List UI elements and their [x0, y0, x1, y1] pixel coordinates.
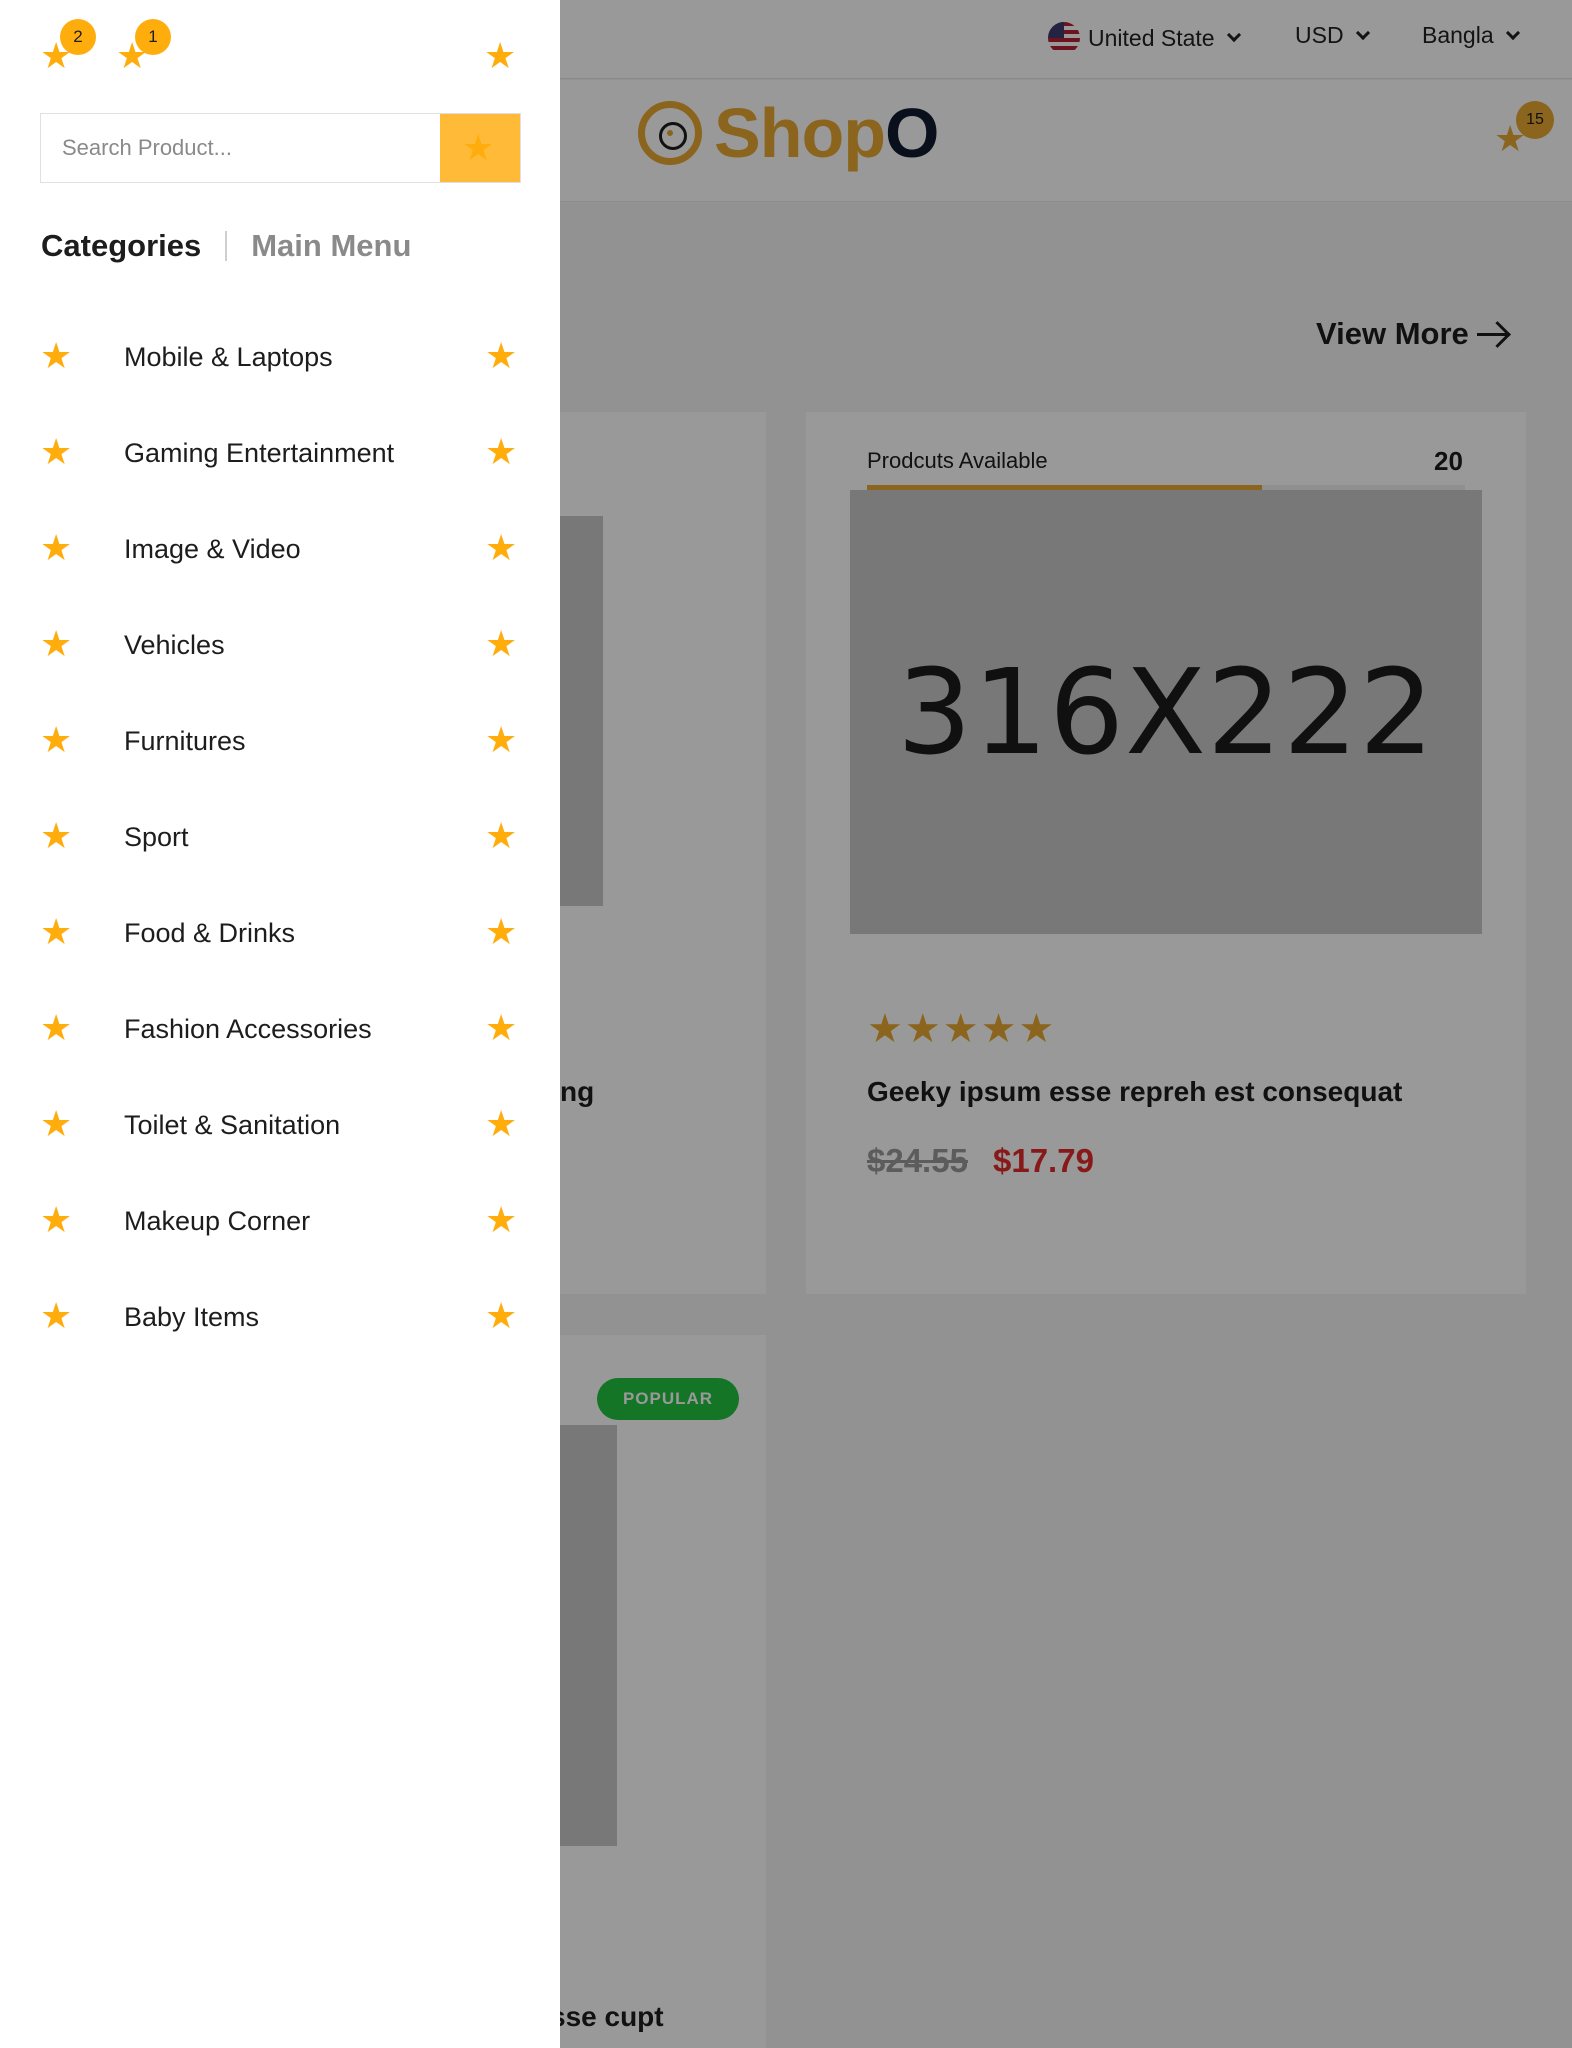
category-arrow-star-icon: ★ — [485, 1295, 518, 1336]
category-arrow-star-icon: ★ — [485, 911, 518, 952]
category-arrow-star-icon: ★ — [485, 527, 518, 568]
category-star-icon: ★ — [40, 1295, 73, 1336]
category-item[interactable]: ★ Sport ★ — [0, 788, 560, 884]
compare-count-badge: 1 — [135, 19, 171, 55]
category-star-icon: ★ — [40, 431, 73, 472]
category-label: Image & Video — [124, 534, 301, 564]
search-input[interactable] — [41, 114, 440, 182]
category-arrow-star-icon: ★ — [485, 623, 518, 664]
category-item[interactable]: ★ Image & Video ★ — [0, 500, 560, 596]
category-label: Fashion Accessories — [124, 1014, 372, 1044]
category-item[interactable]: ★ Baby Items ★ — [0, 1268, 560, 1364]
category-list: ★ Mobile & Laptops ★ ★ Gaming Entertainment… — [0, 308, 560, 1364]
category-item[interactable]: ★ Food & Drinks ★ — [0, 884, 560, 980]
category-star-icon: ★ — [40, 719, 73, 760]
category-label: Sport — [124, 822, 189, 852]
category-star-icon: ★ — [40, 911, 73, 952]
category-label: Toilet & Sanitation — [124, 1110, 341, 1140]
search-button[interactable]: ★ — [440, 114, 520, 182]
category-label: Baby Items — [124, 1302, 260, 1332]
category-star-icon: ★ — [40, 527, 73, 568]
mobile-drawer: ★ 2 ★ 1 ★ ★ Categories Main Menu ★ Mobile… — [0, 0, 560, 2048]
category-arrow-star-icon: ★ — [485, 1199, 518, 1240]
category-item[interactable]: ★ Mobile & Laptops ★ — [0, 308, 560, 404]
tab-divider — [225, 231, 228, 261]
category-label: Makeup Corner — [124, 1206, 311, 1236]
category-label: Gaming Entertainment — [124, 438, 395, 468]
drawer-tabs: Categories Main Menu — [41, 228, 411, 264]
category-arrow-star-icon: ★ — [485, 719, 518, 760]
category-item[interactable]: ★ Furnitures ★ — [0, 692, 560, 788]
category-star-icon: ★ — [40, 623, 73, 664]
search-bar: ★ — [40, 113, 521, 183]
category-star-icon: ★ — [40, 1103, 73, 1144]
category-star-icon: ★ — [40, 1007, 73, 1048]
category-arrow-star-icon: ★ — [485, 1007, 518, 1048]
category-item[interactable]: ★ Gaming Entertainment ★ — [0, 404, 560, 500]
category-star-icon: ★ — [40, 1199, 73, 1240]
category-star-icon: ★ — [40, 815, 73, 856]
category-item[interactable]: ★ Fashion Accessories ★ — [0, 980, 560, 1076]
category-item[interactable]: ★ Toilet & Sanitation ★ — [0, 1076, 560, 1172]
category-item[interactable]: ★ Vehicles ★ — [0, 596, 560, 692]
tab-categories[interactable]: Categories — [41, 228, 201, 264]
search-star-icon: ★ — [462, 127, 495, 168]
tab-main-menu[interactable]: Main Menu — [251, 228, 411, 264]
wishlist-count-badge: 2 — [60, 19, 96, 55]
category-item[interactable]: ★ Makeup Corner ★ — [0, 1172, 560, 1268]
close-drawer-star-icon[interactable]: ★ — [484, 38, 516, 74]
category-arrow-star-icon: ★ — [485, 335, 518, 376]
category-star-icon: ★ — [40, 335, 73, 376]
category-label: Mobile & Laptops — [124, 342, 333, 372]
category-label: Vehicles — [124, 630, 225, 660]
category-label: Furnitures — [124, 726, 246, 756]
category-label: Food & Drinks — [124, 918, 296, 948]
category-arrow-star-icon: ★ — [485, 1103, 518, 1144]
category-arrow-star-icon: ★ — [485, 431, 518, 472]
category-arrow-star-icon: ★ — [485, 815, 518, 856]
